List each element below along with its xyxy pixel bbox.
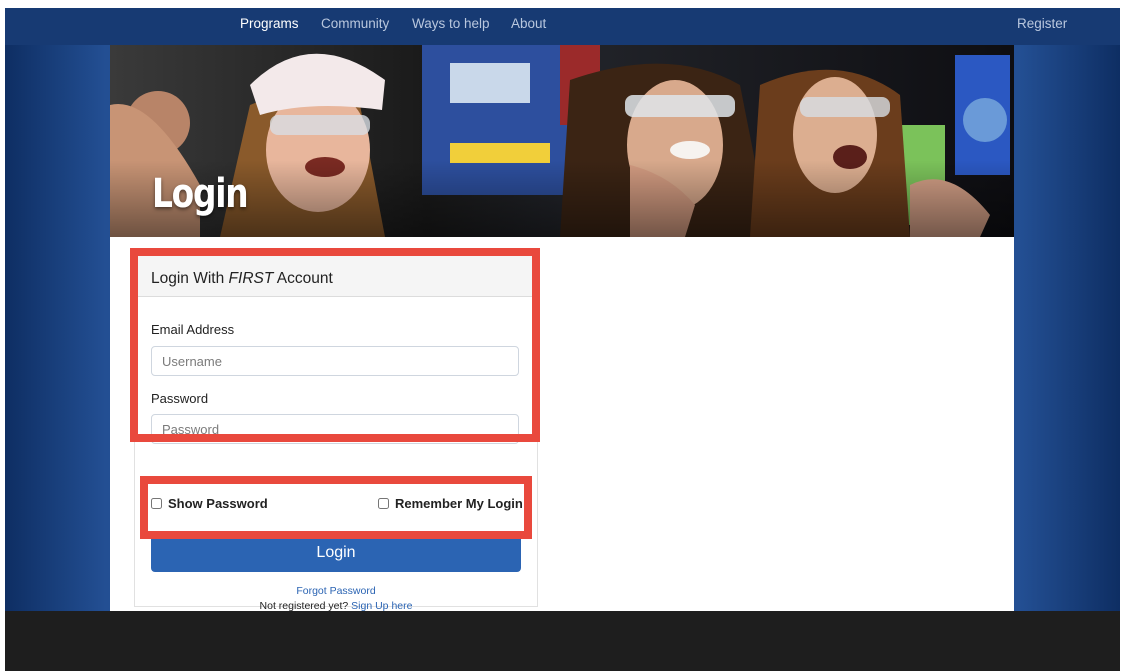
show-password-toggle[interactable]: Show Password [151, 496, 268, 511]
remember-login-label: Remember My Login [395, 496, 523, 511]
email-field[interactable] [151, 346, 519, 376]
login-panel-title: Login With FIRST Account [151, 270, 333, 288]
remember-login-checkbox[interactable] [378, 498, 389, 509]
remember-login-toggle[interactable]: Remember My Login [378, 496, 523, 511]
main-content: Login Login With FIRST Account Email Add… [110, 45, 1014, 611]
page-footer [5, 611, 1120, 671]
title-brand: FIRST [228, 270, 274, 287]
nav-about[interactable]: About [511, 16, 546, 32]
forgot-password-row: Forgot Password [135, 585, 537, 597]
signup-link[interactable]: Sign Up here [351, 600, 412, 611]
nav-ways-to-help[interactable]: Ways to help [412, 16, 490, 32]
page-frame: Programs Community Ways to help About Re… [5, 8, 1120, 671]
login-panel-header: Login With FIRST Account [135, 254, 537, 297]
nav-programs[interactable]: Programs [240, 16, 299, 32]
title-suffix: Account [273, 270, 333, 287]
title-prefix: Login With [151, 270, 229, 287]
login-button[interactable]: Login [151, 533, 521, 572]
email-label: Email Address [151, 322, 235, 337]
not-registered-text: Not registered yet? [259, 600, 349, 611]
top-navigation: Programs Community Ways to help About Re… [5, 8, 1120, 45]
signup-row: Not registered yet? Sign Up here [135, 600, 537, 611]
show-password-label: Show Password [168, 496, 268, 511]
show-password-checkbox[interactable] [151, 498, 162, 509]
page-title: Login [152, 171, 249, 217]
login-panel: Login With FIRST Account Email Address P… [134, 253, 538, 611]
password-label: Password [151, 391, 209, 406]
nav-community[interactable]: Community [321, 16, 389, 32]
hero-banner: Login [110, 45, 1014, 237]
password-field[interactable] [151, 414, 519, 444]
forgot-password-link[interactable]: Forgot Password [296, 585, 375, 597]
register-link[interactable]: Register [1017, 16, 1067, 32]
